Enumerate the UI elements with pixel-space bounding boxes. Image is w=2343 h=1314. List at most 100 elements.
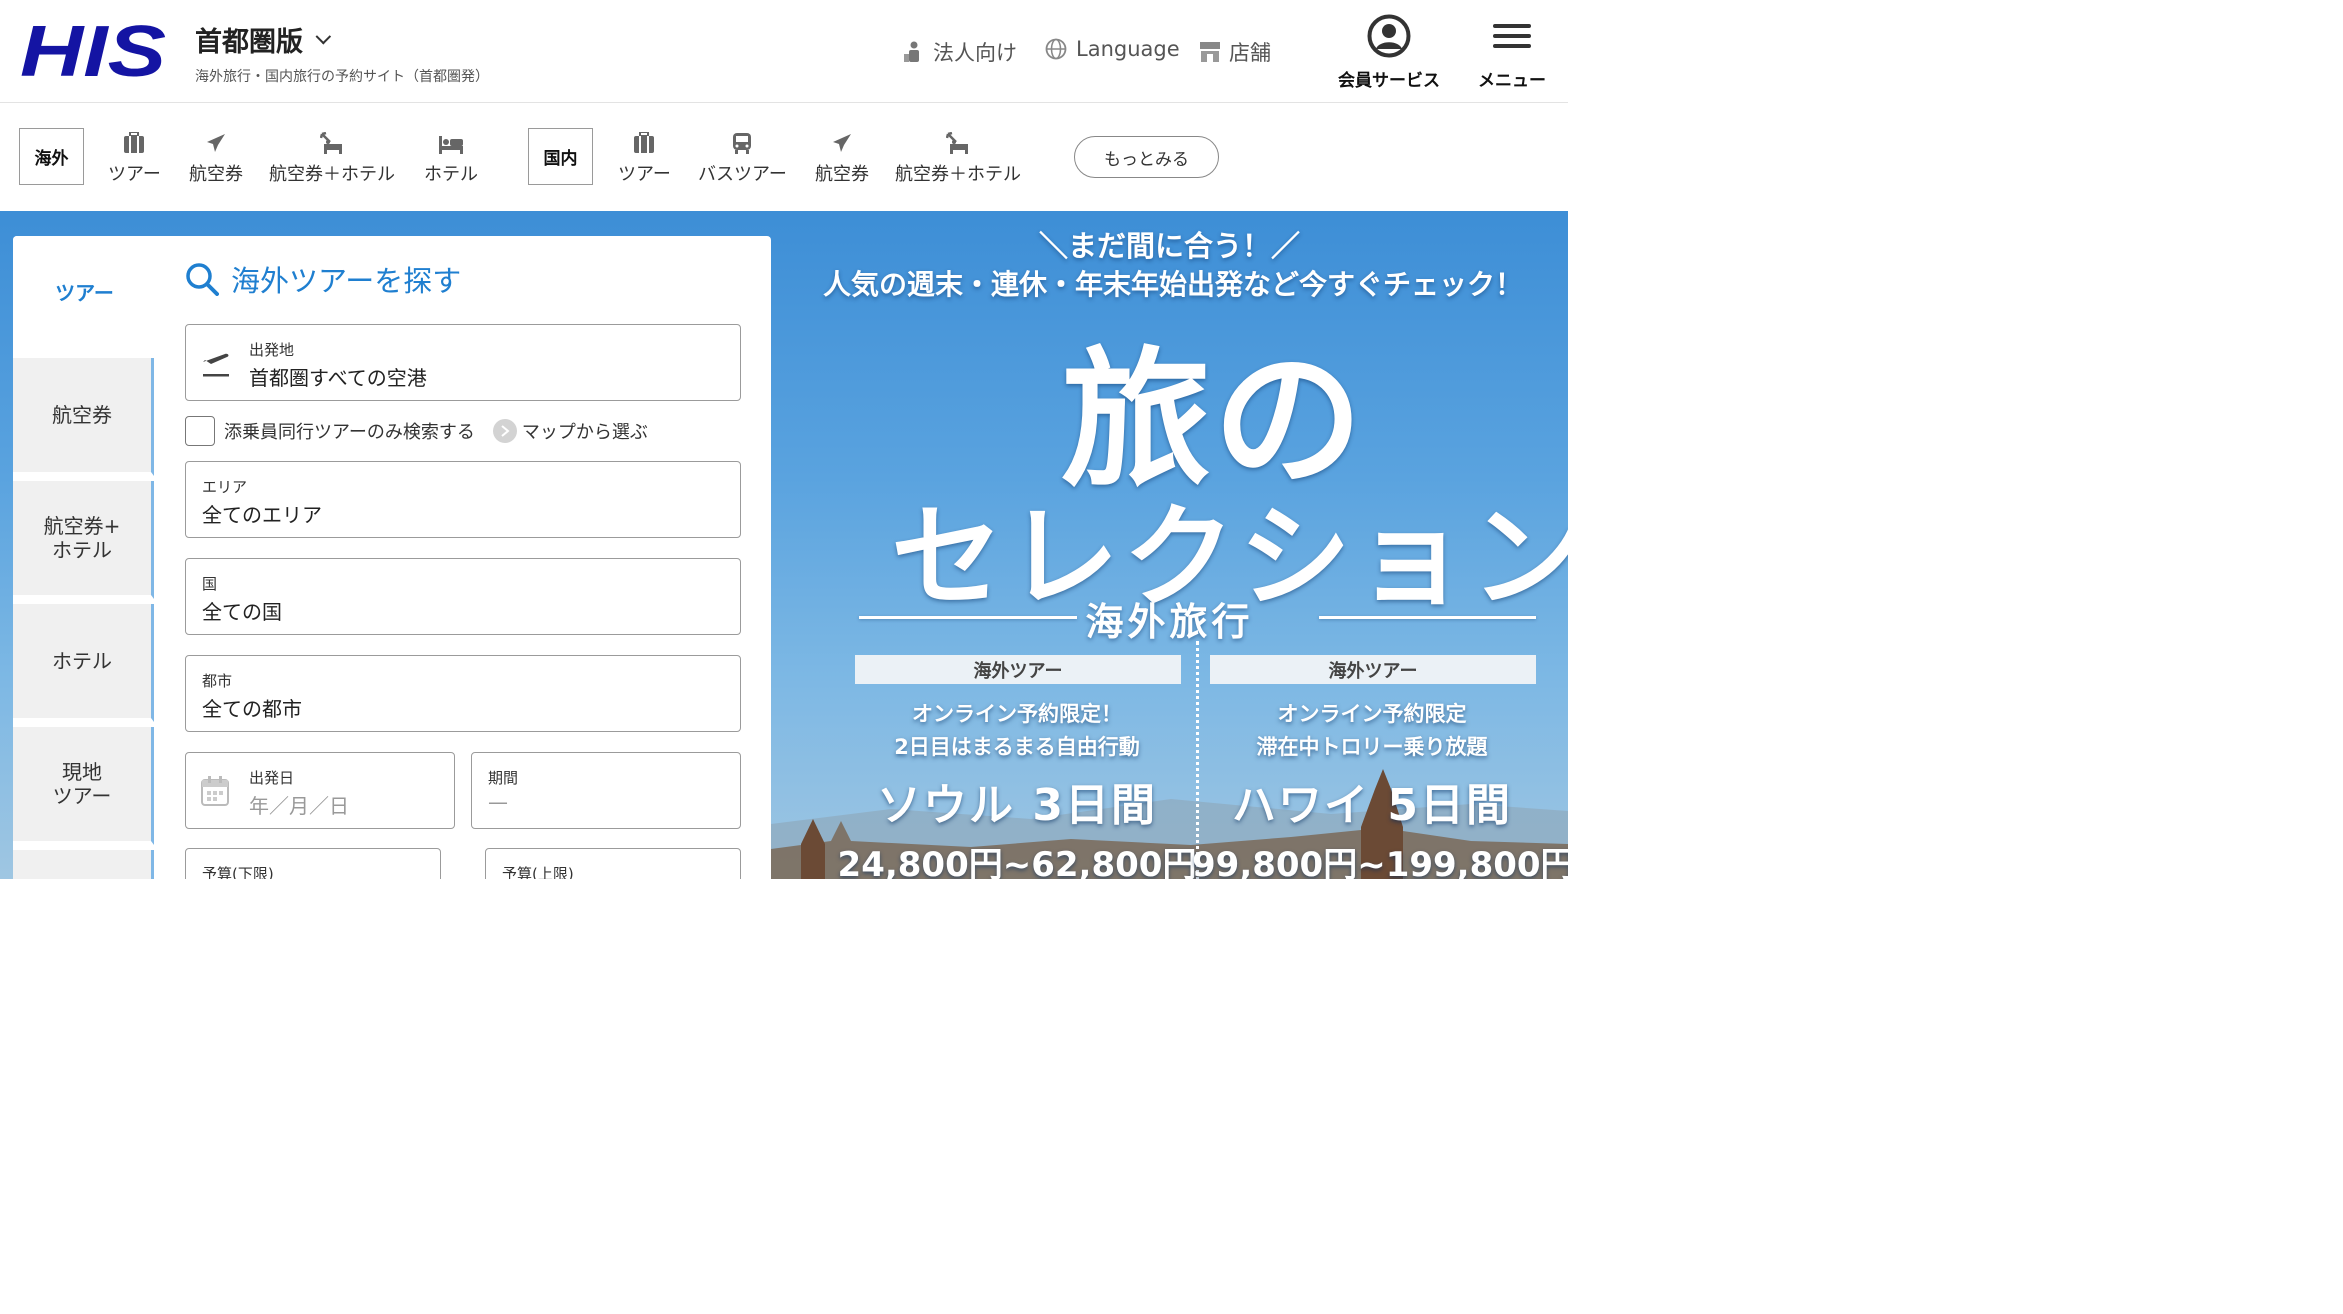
offer-line1: オンライン予約限定！ [912,702,1122,726]
duration-label: 期間 [488,769,519,787]
flight-hotel-icon [320,132,342,154]
depart-date-field[interactable]: 出発日 年／月／日 [185,752,455,829]
category-nav: 海外 ツアー 航空券 航空券＋ホテル ホテル 国内 ツアー バスツアー 航空券 … [0,104,1568,211]
area-field[interactable]: エリア 全てのエリア [185,461,741,538]
departure-field[interactable]: 出発地 首都圏すべての空港 [185,324,741,401]
promo-section-title: 海外旅行 [1085,600,1254,644]
offer-line2: 滞在中トロリー乗り放題 [1256,735,1488,759]
flight-hotel-icon [946,132,968,154]
svg-text:HIS: HIS [20,14,166,84]
tab-flight-label: 航空券 [52,403,112,427]
offer-hawaii[interactable]: オンライン予約限定 滞在中トロリー乗り放題 ハワイ 5日間 99,800円~19… [1192,698,1568,879]
overseas-flight-hotel-link[interactable]: 航空券＋ホテル [269,130,395,186]
offer-destination: ハワイ 5日間 [1232,780,1512,831]
domestic-section-label: 国内 [528,128,593,185]
conductor-checkbox[interactable] [185,416,215,446]
airplane-icon [207,134,225,152]
map-select-link[interactable]: マップから選ぶ [492,418,648,444]
offer-destination: ソウル 3日間 [877,780,1157,831]
language-label: Language [1076,37,1180,61]
domestic-tour-link[interactable]: ツアー [618,130,671,186]
departure-label: 出発地 [249,341,295,359]
chevron-right-icon [492,419,517,443]
tab-tour-label: ツアー [55,281,114,305]
tab-tour[interactable]: ツアー [13,236,156,354]
overseas-tour-link[interactable]: ツアー [108,130,161,186]
tab-hotel[interactable]: ホテル [13,604,154,722]
domestic-bustour-link[interactable]: バスツアー [698,130,787,186]
depart-date-label: 出発日 [249,769,295,787]
user-icon [1367,14,1411,58]
city-field[interactable]: 都市 全ての都市 [185,655,741,732]
tab-flight-hotel-label: 航空券+ ホテル [43,514,121,562]
budget-max-label: 予算(上限) [502,865,574,879]
airplane-icon [833,134,851,152]
overseas-section-label: 海外 [19,128,84,185]
stores-label: 店舗 [1229,41,1271,65]
overseas-flight-label: 航空券 [189,164,243,185]
promo-subhead: 人気の週末・連休・年末年始出発など今すぐチェック！ [823,268,1524,301]
departure-value: 首都圏すべての空港 [249,366,427,390]
stores-link[interactable]: 店舗 [1200,37,1271,67]
overseas-flight-link[interactable]: 航空券 [189,130,243,186]
offer-line2: 2日目はまるまる自由行動 [894,735,1140,759]
offer-price: 24,800円~62,800円 [837,845,1197,879]
conductor-label: 添乗員同行ツアーのみ検索する [224,422,475,443]
member-service-label: 会員サービス [1338,71,1440,91]
city-label: 都市 [202,672,233,690]
offer-line1: オンライン予約限定 [1277,702,1467,726]
more-button[interactable]: もっとみる [1074,136,1219,178]
overseas-hotel-link[interactable]: ホテル [424,130,478,186]
domestic-bustour-label: バスツアー [698,164,787,185]
overseas-flight-hotel-label: 航空券＋ホテル [269,164,395,185]
promo-banner[interactable]: ＼まだ間に合う！／ 人気の週末・連休・年末年始出発など今すぐチェック！ 旅の セ… [771,211,1568,879]
site-header: HIS 首都圏版 海外旅行・国内旅行の予約サイト（首都圏発） 法人向け Lang… [0,0,1568,103]
menu-label: メニュー [1478,71,1546,91]
bus-icon [733,133,752,154]
domestic-flight-hotel-label: 航空券＋ホテル [895,164,1021,185]
chevron-down-icon [315,28,332,45]
domestic-flight-label: 航空券 [815,164,869,185]
language-link[interactable]: Language [1045,37,1180,61]
domestic-flight-hotel-link[interactable]: 航空券＋ホテル [895,130,1021,186]
region-selector[interactable]: 首都圏版 [195,20,332,59]
corporate-label: 法人向け [933,41,1017,65]
search-panel: ツアー 航空券 航空券+ ホテル ホテル 現地 ツアー 海外ツアーを探す 出発地… [13,236,771,879]
menu-button[interactable]: メニュー [1474,14,1550,91]
country-field[interactable]: 国 全ての国 [185,558,741,635]
overseas-hotel-label: ホテル [424,164,478,185]
conductor-row: 添乗員同行ツアーのみ検索する マップから選ぶ [185,416,648,446]
country-label: 国 [202,575,218,593]
globe-icon [1045,38,1067,60]
tab-flight-hotel[interactable]: 航空券+ ホテル [13,481,154,599]
corporate-icon [904,41,919,62]
budget-min-field[interactable]: 予算(下限) [185,848,441,879]
domestic-flight-link[interactable]: 航空券 [815,130,869,186]
offer-seoul[interactable]: オンライン予約限定！ 2日目はまるまる自由行動 ソウル 3日間 24,800円~… [837,698,1197,879]
tab-more[interactable] [13,850,154,879]
country-value: 全ての国 [202,600,282,624]
member-service-button[interactable]: 会員サービス [1334,14,1444,91]
his-logo[interactable]: HIS [20,14,170,84]
hero-banner: ツアー 航空券 航空券+ ホテル ホテル 現地 ツアー 海外ツアーを探す 出発地… [0,211,1568,879]
corporate-link[interactable]: 法人向け [904,37,1017,67]
promo-kicker: ＼まだ間に合う！／ [1038,229,1300,263]
tab-hotel-label: ホテル [52,649,112,673]
budget-max-field[interactable]: 予算(上限) [485,848,741,879]
area-value: 全てのエリア [202,503,322,527]
duration-field[interactable]: 期間 — [471,752,741,829]
tab-local-tour[interactable]: 現地 ツアー [13,727,154,845]
depart-date-placeholder: 年／月／日 [249,794,349,818]
offer-badge: 海外ツアー [1210,655,1536,684]
hamburger-icon [1493,24,1531,48]
calendar-icon [201,776,229,806]
region-label: 首都圏版 [195,27,303,58]
search-icon [186,263,219,296]
tab-flight[interactable]: 航空券 [13,358,154,476]
suitcase-icon [124,132,145,153]
search-title: 海外ツアーを探す [185,258,461,300]
tab-local-tour-label: 現地 ツアー [52,760,112,808]
offer-badge: 海外ツアー [855,655,1181,684]
map-select-label: マップから選ぶ [521,422,648,443]
offer-price: 99,800円~199,800円 [1192,845,1568,879]
